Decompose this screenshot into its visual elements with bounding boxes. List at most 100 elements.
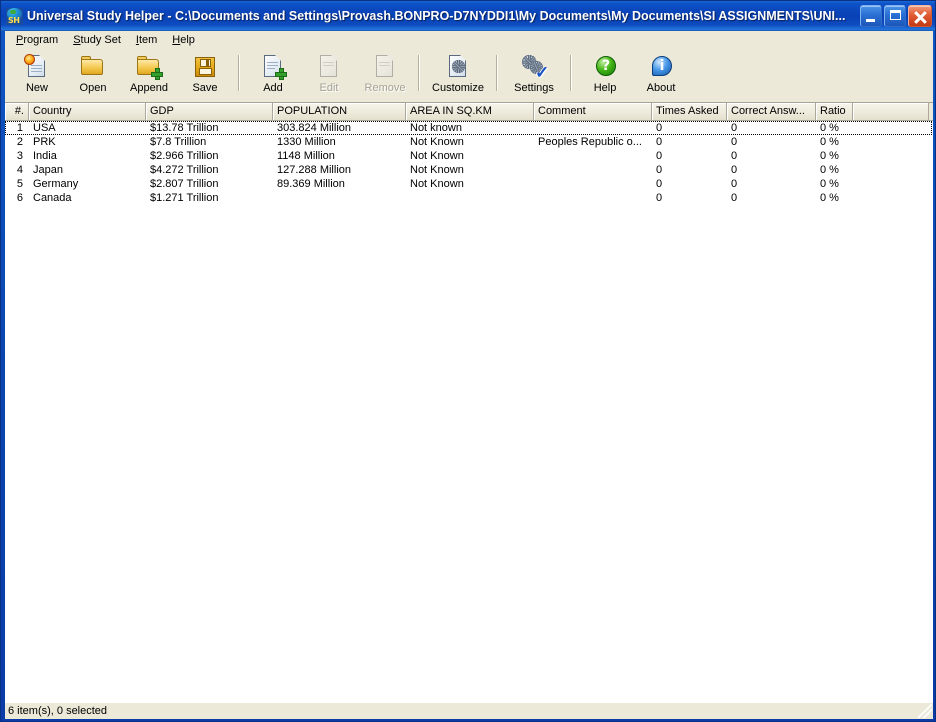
table-cell: Not Known xyxy=(410,178,464,190)
menu-item-study-set-accel: S xyxy=(73,34,81,46)
document-shape xyxy=(376,55,393,77)
menu-item-program[interactable]: Program xyxy=(9,32,66,49)
status-bar: 6 item(s), 0 selected xyxy=(5,702,933,719)
column-header-correct-answ[interactable]: Correct Answ... xyxy=(727,103,816,120)
floppy-shutter-shape xyxy=(200,59,211,67)
plus-badge-icon xyxy=(151,68,163,80)
toolbar-button-help[interactable]: ? Help xyxy=(577,50,633,99)
about-info-icon: i xyxy=(647,54,675,80)
column-header-[interactable]: #. xyxy=(5,103,29,120)
menu-item-program-label: rogram xyxy=(23,34,59,46)
help-question-icon: ? xyxy=(591,54,619,80)
table-cell xyxy=(853,135,929,149)
toolbar-button-edit-label: Edit xyxy=(319,82,339,94)
maximize-button[interactable] xyxy=(884,5,906,27)
toolbar-button-customize[interactable]: Customize xyxy=(425,50,491,99)
table-cell xyxy=(273,191,406,205)
table-cell xyxy=(534,163,652,177)
menu-item-study-set[interactable]: Study Set xyxy=(66,32,129,49)
table-cell xyxy=(534,149,652,163)
save-floppy-icon xyxy=(191,54,219,80)
customize-gear-icon xyxy=(444,54,472,80)
menu-item-help-label: elp xyxy=(180,34,195,46)
floppy-label-shape xyxy=(199,68,212,75)
table-cell: 3 xyxy=(16,150,23,162)
study-set-list[interactable]: #. Country GDP POPULATION AREA IN SQ.KM Comme… xyxy=(5,102,933,702)
table-cell: 0 xyxy=(731,122,738,134)
toolbar-button-new[interactable]: New xyxy=(9,50,65,99)
table-row[interactable]: 1 USA $13.78 Trillion 303.824 Million Not kn… xyxy=(5,121,933,135)
table-cell: 5 xyxy=(16,178,23,190)
table-row[interactable]: 2 PRK $7.8 Trillion 1330 Million Not Known Pe… xyxy=(5,135,933,149)
table-cell xyxy=(853,149,929,163)
open-folder-icon xyxy=(79,54,107,80)
table-cell: 6 xyxy=(16,192,23,204)
table-row[interactable]: 6 Canada $1.271 Trillion 0 0 0 % xyxy=(5,191,933,205)
close-button[interactable] xyxy=(908,5,932,27)
table-cell: Peoples Republic o... xyxy=(538,136,642,148)
table-cell: 0 % xyxy=(820,192,839,204)
toolbar-button-add[interactable]: Add xyxy=(245,50,301,99)
toolbar-button-append[interactable]: Append xyxy=(121,50,177,99)
gear-teeth-shape xyxy=(451,59,466,74)
table-cell: 0 % xyxy=(820,178,839,190)
table-cell: 0 xyxy=(656,150,663,162)
toolbar-button-about-label: About xyxy=(646,82,676,94)
table-cell: 1330 Million xyxy=(277,136,336,148)
column-header-gdp[interactable]: GDP xyxy=(146,103,273,120)
new-document-icon xyxy=(23,54,51,80)
floppy-shape xyxy=(195,57,215,77)
table-cell: $7.8 Trillion xyxy=(150,136,207,148)
toolbar-button-add-label: Add xyxy=(263,82,283,94)
app-icon[interactable]: SH xyxy=(6,7,23,25)
menu-item-help[interactable]: Help xyxy=(165,32,203,49)
table-cell: Not Known xyxy=(410,164,464,176)
table-cell: $2.966 Trillion xyxy=(150,150,219,162)
menu-bar: Program Study Set Item Help xyxy=(5,31,933,50)
table-cell xyxy=(853,163,929,177)
column-header-country[interactable]: Country xyxy=(29,103,146,120)
table-cell: 0 xyxy=(731,164,738,176)
add-item-icon xyxy=(259,54,287,80)
table-row[interactable]: 4 Japan $4.272 Trillion 127.288 Million Not … xyxy=(5,163,933,177)
toolbar-button-append-label: Append xyxy=(130,82,168,94)
table-cell: 2 xyxy=(16,136,23,148)
table-cell xyxy=(534,121,652,135)
column-header-population[interactable]: POPULATION xyxy=(273,103,406,120)
column-header-times-asked[interactable]: Times Asked xyxy=(652,103,727,120)
table-cell: Canada xyxy=(33,192,72,204)
toolbar-button-help-label: Help xyxy=(593,82,617,94)
settings-gears-icon: ✓ xyxy=(520,54,549,81)
table-row[interactable]: 5 Germany $2.807 Trillion 89.369 Million Not… xyxy=(5,177,933,191)
table-cell xyxy=(853,177,929,191)
resize-grip-icon[interactable] xyxy=(918,704,932,718)
table-cell: Not Known xyxy=(410,136,464,148)
globe-land-shape xyxy=(10,9,16,14)
toolbar-button-open[interactable]: Open xyxy=(65,50,121,99)
column-header-ratio[interactable]: Ratio xyxy=(816,103,853,120)
toolbar-button-about[interactable]: i About xyxy=(633,50,689,99)
toolbar-button-open-label: Open xyxy=(79,82,107,94)
menu-item-item[interactable]: Item xyxy=(129,32,165,49)
table-cell: Germany xyxy=(33,178,79,190)
toolbar-button-save[interactable]: Save xyxy=(177,50,233,99)
column-header-area-in-sq-km[interactable]: AREA IN SQ.KM xyxy=(406,103,534,120)
toolbar-button-edit: Edit xyxy=(301,50,357,99)
table-cell: 0 xyxy=(656,122,663,134)
table-cell: $2.807 Trillion xyxy=(150,178,219,190)
column-header-comment[interactable]: Comment xyxy=(534,103,652,120)
application-window: SH Universal Study Helper - C:\Documents… xyxy=(0,0,936,722)
title-bar[interactable]: SH Universal Study Helper - C:\Documents… xyxy=(1,1,935,31)
toolbar-button-customize-label: Customize xyxy=(432,82,484,94)
table-row[interactable]: 3 India $2.966 Trillion 1148 Million Not Kno… xyxy=(5,149,933,163)
plus-badge-icon xyxy=(275,68,287,80)
minimize-button[interactable] xyxy=(860,5,882,27)
table-cell: Not Known xyxy=(410,150,464,162)
client-area: Program Study Set Item Help New Open App… xyxy=(5,31,933,719)
toolbar-button-settings[interactable]: ✓ Settings xyxy=(503,50,565,99)
column-header-blank[interactable] xyxy=(853,103,929,120)
table-cell: 0 xyxy=(731,150,738,162)
maximize-icon xyxy=(890,10,901,20)
table-cell: 1 xyxy=(16,122,23,134)
list-header-row: #. Country GDP POPULATION AREA IN SQ.KM Comme… xyxy=(5,103,933,121)
